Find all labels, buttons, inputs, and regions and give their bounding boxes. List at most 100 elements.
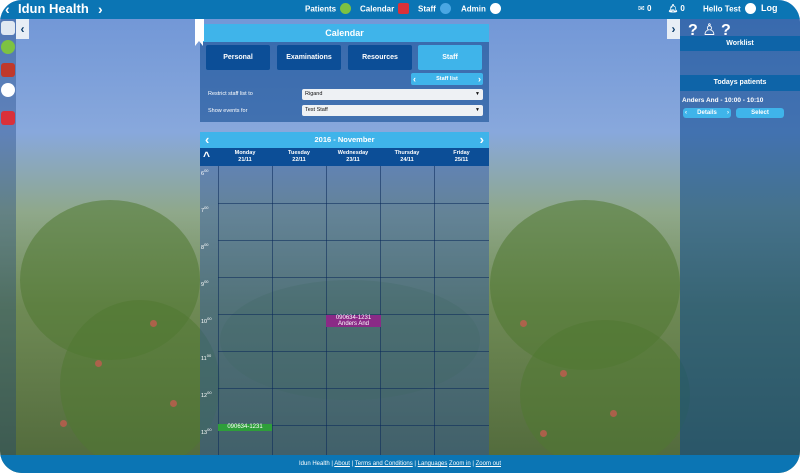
footer: Idun Health | About | Terms and Conditio… bbox=[0, 455, 800, 473]
grid-line bbox=[218, 240, 489, 241]
calendar-event[interactable]: 090634-1231 Anders And bbox=[326, 315, 381, 327]
tab-resources[interactable]: Resources bbox=[348, 45, 412, 70]
staff-icon bbox=[440, 3, 452, 14]
todays-patients-title: Todays patients bbox=[680, 75, 800, 91]
mail-button[interactable]: ✉ 0 bbox=[638, 4, 651, 13]
day-date: 24/11 bbox=[400, 157, 414, 163]
staff-list-nav: ‹ Staff list › bbox=[411, 73, 483, 85]
patient-entry[interactable]: Anders And - 10:00 - 10:10 bbox=[682, 97, 763, 104]
user-icon bbox=[340, 3, 352, 14]
hour-label: 900 bbox=[201, 279, 209, 288]
dropdown-arrow-icon: ▼ bbox=[475, 107, 480, 113]
restrict-label: Restrict staff list to bbox=[208, 91, 253, 97]
collapse-right-button[interactable]: › bbox=[667, 19, 680, 39]
details-button[interactable]: ‹ Details › bbox=[683, 108, 731, 118]
chevron-right-icon[interactable]: › bbox=[98, 1, 103, 17]
day-name: Thursday bbox=[394, 150, 420, 156]
bookmark-icon[interactable] bbox=[195, 19, 204, 46]
tab-personal[interactable]: Personal bbox=[206, 45, 270, 70]
grid-line bbox=[326, 166, 327, 455]
event-patient: Anders And bbox=[337, 321, 370, 327]
grid-line bbox=[380, 166, 381, 455]
grid-line bbox=[218, 388, 489, 389]
select-button[interactable]: Select bbox=[736, 108, 784, 118]
chevron-left-icon[interactable]: ‹ bbox=[5, 1, 10, 17]
grid-line bbox=[434, 166, 435, 455]
day-name: Tuesday bbox=[288, 150, 310, 156]
day-date: 23/11 bbox=[346, 157, 360, 163]
footer-about-link[interactable]: About bbox=[334, 461, 350, 467]
details-label: Details bbox=[697, 110, 717, 116]
month-label: 2016 - November bbox=[314, 135, 375, 144]
app-brand[interactable]: Idun Health bbox=[18, 1, 89, 16]
hour-label: 700 bbox=[201, 205, 209, 214]
user-menu[interactable]: Hello Test bbox=[703, 3, 756, 15]
settings-icon bbox=[744, 3, 756, 14]
next-week-button[interactable]: › bbox=[480, 132, 484, 148]
staff-list-label: Staff list bbox=[436, 76, 458, 82]
worklist-title: Worklist bbox=[680, 36, 800, 51]
notes-icon[interactable] bbox=[1, 21, 15, 35]
day-friday[interactable]: Friday 25/11 bbox=[434, 148, 489, 166]
footer-zoom-out-link[interactable]: Zoom out bbox=[476, 461, 501, 467]
collapse-left-button[interactable]: ‹ bbox=[16, 19, 29, 39]
footer-zoom-in-link[interactable]: Zoom in bbox=[449, 461, 471, 467]
grid-line bbox=[218, 277, 489, 278]
nav-calendar[interactable]: Calendar bbox=[360, 3, 410, 15]
day-name: Monday bbox=[234, 150, 256, 156]
day-date: 22/11 bbox=[292, 157, 306, 163]
grid-line bbox=[218, 166, 219, 455]
grid-line bbox=[218, 351, 489, 352]
gear-icon bbox=[490, 3, 502, 14]
nav-staff[interactable]: Staff bbox=[418, 3, 452, 15]
top-bar: ‹ Idun Health › Patients Calendar Staff … bbox=[0, 0, 800, 19]
notification-count: 0 bbox=[680, 4, 685, 13]
week-calendar: ‹ 2016 - November › ^ Monday 21/11 Tuesd… bbox=[200, 132, 489, 455]
folder-icon[interactable] bbox=[1, 63, 15, 77]
footer-brand: Idun Health bbox=[298, 461, 330, 467]
grid-line bbox=[272, 166, 273, 455]
restrict-select[interactable]: Rigand ▼ bbox=[302, 89, 483, 100]
day-name: Wednesday bbox=[337, 150, 369, 156]
nav-staff-label: Staff bbox=[418, 4, 436, 14]
logout-link[interactable]: Log bbox=[761, 3, 778, 13]
nav-patients-label: Patients bbox=[305, 4, 337, 14]
grid-line bbox=[218, 203, 489, 204]
scroll-up-icon[interactable]: ^ bbox=[203, 149, 210, 163]
hour-label: 1200 bbox=[201, 390, 212, 399]
day-date: 21/11 bbox=[238, 157, 252, 163]
chevron-left-icon[interactable]: ‹ bbox=[413, 73, 416, 85]
calendar-icon bbox=[398, 3, 410, 14]
footer-languages-link[interactable]: Languages bbox=[418, 461, 448, 467]
calendar-event[interactable]: 090634-1231 bbox=[218, 424, 272, 431]
show-events-value: Test Staff bbox=[305, 107, 328, 113]
day-wednesday[interactable]: Wednesday 23/11 bbox=[326, 148, 380, 166]
show-events-select[interactable]: Test Staff ▼ bbox=[302, 105, 483, 116]
mail-icon: ✉ bbox=[638, 4, 645, 13]
tab-staff[interactable]: Staff bbox=[418, 45, 482, 70]
hour-label: 800 bbox=[201, 242, 209, 251]
day-tuesday[interactable]: Tuesday 22/11 bbox=[272, 148, 326, 166]
footer-terms-link[interactable]: Terms and Conditions bbox=[355, 461, 413, 467]
nav-admin[interactable]: Admin bbox=[461, 3, 502, 15]
dropdown-arrow-icon: ▼ bbox=[475, 91, 480, 97]
chevron-left-icon: ‹ bbox=[685, 110, 687, 116]
show-events-label: Show events for bbox=[208, 108, 248, 114]
day-thursday[interactable]: Thursday 24/11 bbox=[380, 148, 434, 166]
prev-week-button[interactable]: ‹ bbox=[205, 132, 209, 148]
bell-icon: 🔔︎ bbox=[668, 4, 679, 13]
chevron-right-icon[interactable]: › bbox=[478, 73, 481, 85]
nav-patients[interactable]: Patients bbox=[305, 3, 352, 15]
hour-label: 600 bbox=[201, 168, 209, 177]
notifications-button[interactable]: 🔔︎ 0 bbox=[668, 4, 685, 13]
hour-label: 1300 bbox=[201, 427, 212, 436]
tab-examinations[interactable]: Examinations bbox=[277, 45, 341, 70]
gear-icon[interactable] bbox=[1, 83, 15, 97]
app-window: ‹ Idun Health › Patients Calendar Staff … bbox=[0, 0, 800, 473]
chevron-right-icon: › bbox=[727, 110, 729, 116]
calendar-icon[interactable] bbox=[1, 111, 15, 125]
day-monday[interactable]: Monday 21/11 bbox=[218, 148, 272, 166]
nav-calendar-label: Calendar bbox=[360, 4, 395, 14]
user-icon[interactable] bbox=[1, 40, 15, 54]
month-header: ‹ 2016 - November › bbox=[200, 132, 489, 148]
